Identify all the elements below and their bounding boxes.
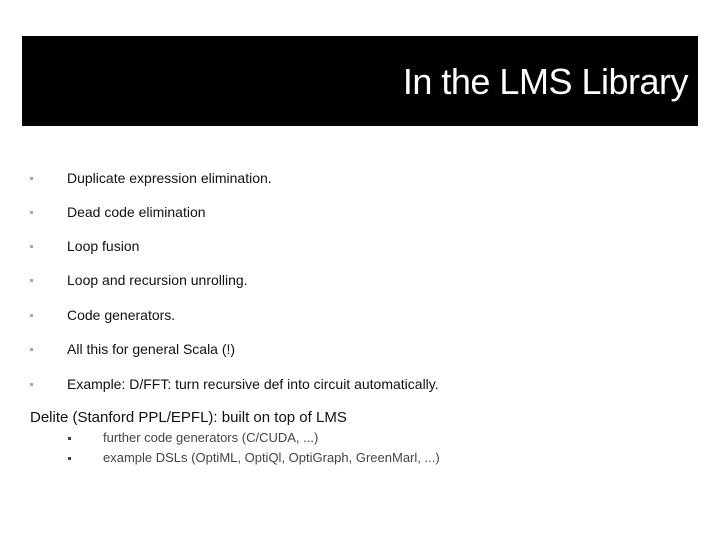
bullet-text: Example: D/FFT: turn recursive def into … xyxy=(67,376,439,392)
bullet-icon xyxy=(30,245,33,248)
bullet-text: All this for general Scala (!) xyxy=(67,341,236,357)
bullet-text: Loop fusion xyxy=(67,238,140,254)
bullet-icon xyxy=(68,437,71,440)
bullet-icon xyxy=(30,314,33,317)
delite-paragraph: Delite (Stanford PPL/EPFL): built on top… xyxy=(30,409,347,426)
bullet-text: Loop and recursion unrolling. xyxy=(67,272,248,288)
bullet-icon xyxy=(30,348,33,351)
bullet-text: Duplicate expression elimination. xyxy=(67,170,272,186)
sub-bullet-text: example DSLs (OptiML, OptiQl, OptiGraph,… xyxy=(103,450,440,465)
bullet-icon xyxy=(68,457,71,460)
slide-title: In the LMS Library xyxy=(402,61,689,102)
sub-bullet-text: further code generators (C/CUDA, ...) xyxy=(103,430,319,445)
bullet-icon xyxy=(30,211,33,214)
bullet-icon xyxy=(30,177,33,180)
bullet-text: Dead code elimination xyxy=(67,204,206,220)
bullet-text: Code generators. xyxy=(67,307,176,323)
bullet-icon xyxy=(30,279,33,282)
title-bar: In the LMS Library xyxy=(22,36,698,126)
bullet-icon xyxy=(30,383,33,386)
